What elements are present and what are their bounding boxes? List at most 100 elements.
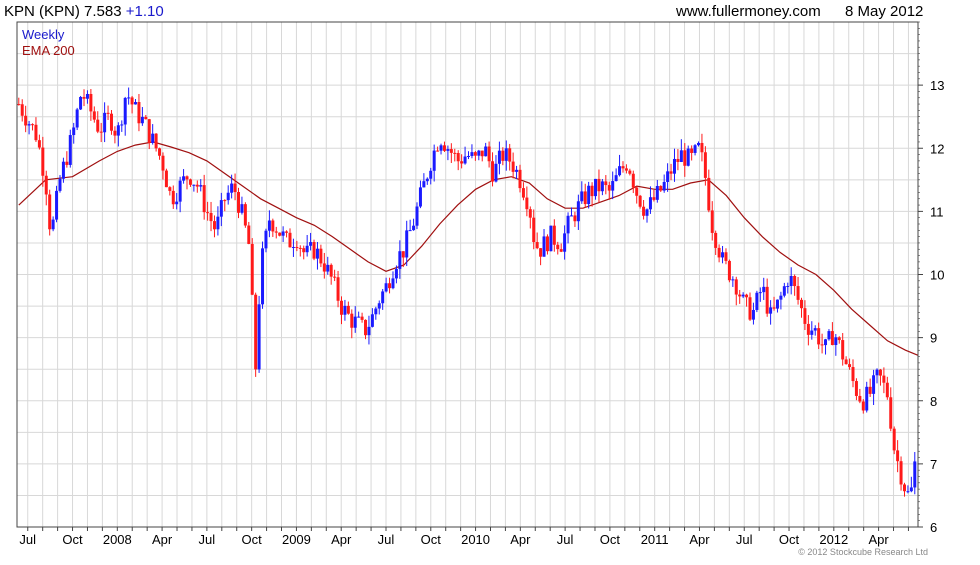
x-tick-label: 2012 [819, 532, 848, 547]
weekly-bar-body [556, 244, 560, 250]
weekly-bar-body [254, 294, 258, 370]
weekly-bar-body [875, 369, 879, 376]
weekly-bar-body [824, 339, 828, 346]
y-tick-label: 9 [930, 331, 937, 346]
weekly-bar-body [549, 225, 553, 252]
weekly-bar-body [652, 197, 656, 200]
weekly-bar-body [240, 204, 244, 213]
weekly-bar-body [817, 328, 821, 345]
weekly-bar-body [432, 150, 436, 171]
weekly-bar-body [714, 232, 718, 248]
weekly-bar-body [202, 185, 206, 213]
weekly-bar-body [31, 124, 35, 126]
weekly-bar-body [539, 248, 543, 257]
weekly-bar-body [195, 184, 199, 187]
x-tick-label: 2011 [641, 532, 669, 547]
weekly-bar-body [889, 397, 893, 429]
weekly-bar-body [446, 149, 450, 151]
weekly-bar-body [618, 166, 622, 176]
weekly-bar-body [140, 116, 144, 124]
weekly-bar-body [799, 299, 803, 309]
weekly-bar-body [552, 225, 556, 245]
y-tick-label: 10 [930, 268, 944, 283]
weekly-bar-body [477, 150, 481, 156]
weekly-bar-body [491, 161, 495, 182]
weekly-bar-body [511, 161, 515, 172]
weekly-bar-body [453, 152, 457, 154]
weekly-bar-body [590, 185, 594, 197]
weekly-bar-body [394, 268, 398, 279]
weekly-bar-body [535, 242, 539, 249]
weekly-bar-body [806, 323, 810, 335]
weekly-bar-body [758, 292, 762, 294]
weekly-bar-body [837, 337, 841, 341]
weekly-bar-body [267, 220, 271, 231]
weekly-bar-body [233, 183, 237, 193]
weekly-bar-body [346, 305, 350, 314]
weekly-bar-body [528, 209, 532, 218]
weekly-bar-body [106, 112, 110, 114]
weekly-bar-body [206, 212, 210, 214]
weekly-bar-body [257, 304, 261, 370]
weekly-bar-body [521, 188, 525, 198]
weekly-bar-body [642, 206, 646, 216]
weekly-bar-body [690, 148, 694, 153]
weekly-bar-body [429, 170, 433, 179]
weekly-bar-body [82, 96, 86, 99]
weekly-bar-body [878, 369, 882, 376]
weekly-bar-body [501, 150, 505, 161]
weekly-bar-body [367, 326, 371, 336]
weekly-bar-body [449, 149, 453, 153]
weekly-bar-body [315, 248, 319, 259]
y-tick-label: 6 [930, 520, 937, 535]
weekly-bar-body [305, 245, 309, 253]
weekly-bar-body [34, 124, 38, 141]
x-tick-label: Jul [378, 532, 395, 547]
weekly-bar-body [109, 113, 113, 131]
weekly-bar-body [374, 308, 378, 315]
weekly-bar-body [463, 156, 467, 164]
weekly-bar-body [116, 125, 120, 136]
weekly-bar-body [727, 260, 731, 281]
legend-ema: EMA 200 [22, 43, 75, 58]
weekly-bar-body [27, 124, 31, 126]
weekly-bar-body [775, 299, 779, 309]
weekly-bar-body [707, 177, 711, 211]
weekly-bar-body [175, 201, 179, 205]
weekly-bar-body [123, 97, 127, 125]
weekly-bar-body [786, 286, 790, 288]
weekly-bar-body [580, 191, 584, 202]
weekly-bar-body [65, 161, 69, 165]
weekly-bar-body [147, 119, 151, 143]
weekly-bar-body [212, 221, 216, 230]
weekly-bar-body [171, 190, 175, 205]
weekly-bar-body [810, 330, 814, 335]
weekly-bar-body [731, 279, 735, 281]
weekly-bar-body [473, 152, 477, 156]
weekly-bar-body [751, 309, 755, 320]
x-tick-label: Oct [242, 532, 263, 547]
chart-root: 6 7 8 9 10 11 12 13 Jul Oct 2008 Apr Jul Oct 2009 Apr J… [0, 0, 980, 560]
weekly-bar-body [676, 158, 680, 162]
weekly-bar-body [188, 179, 192, 185]
weekly-bar-body [899, 461, 903, 485]
x-tick-label: Oct [600, 532, 621, 547]
weekly-bar-body [350, 313, 354, 328]
weekly-bar-body [388, 283, 392, 289]
weekly-bar-body [841, 340, 845, 360]
weekly-bar-body [336, 277, 340, 301]
weekly-bar-body [178, 180, 182, 202]
weekly-bar-body [322, 263, 326, 272]
weekly-bar-body [484, 146, 488, 157]
weekly-bar-body [587, 185, 591, 205]
weekly-bar-body [24, 115, 28, 126]
x-tick-label: Oct [62, 532, 83, 547]
x-tick-label: 2009 [282, 532, 311, 547]
weekly-bar-body [264, 230, 268, 249]
weekly-bar-body [648, 197, 652, 210]
weekly-bar-body [89, 93, 93, 112]
weekly-bar-body [666, 171, 670, 182]
weekly-bar-body [161, 155, 165, 171]
weekly-bar-body [497, 150, 501, 164]
site-label: www.fullermoney.com [675, 3, 821, 20]
